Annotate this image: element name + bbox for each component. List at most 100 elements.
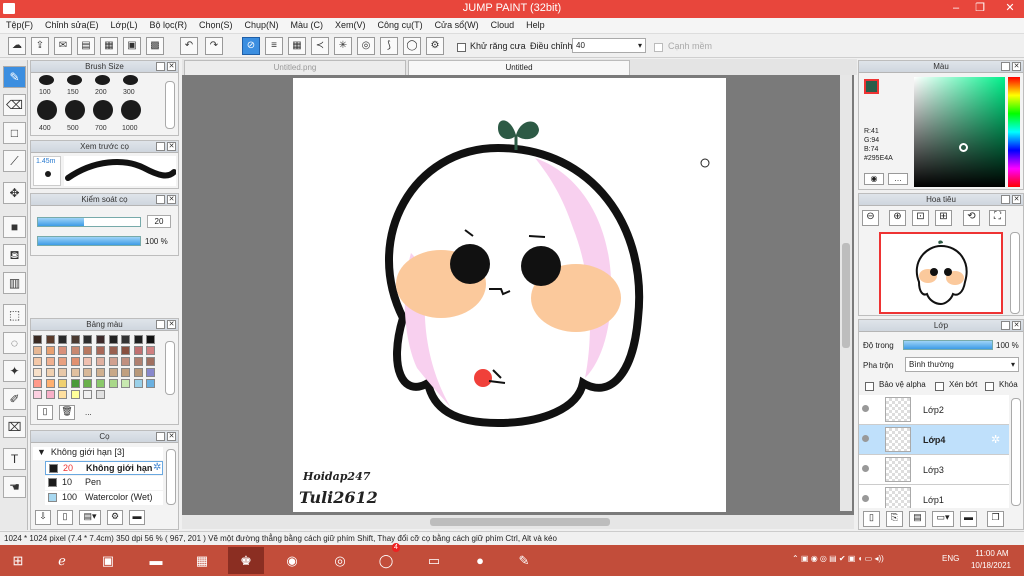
file-explorer-icon[interactable]: ▬	[138, 547, 174, 574]
palette-swatch[interactable]	[146, 357, 156, 366]
gear-icon[interactable]: ✲	[153, 462, 161, 473]
gear-icon[interactable]: ✲	[991, 433, 1000, 446]
palette-swatch[interactable]	[146, 335, 156, 344]
panel-close-icon[interactable]: ✕	[167, 62, 176, 71]
palette-swatch[interactable]	[70, 357, 80, 366]
undock-icon[interactable]	[156, 142, 165, 151]
panel-close-icon[interactable]: ✕	[1012, 62, 1021, 71]
eraser-icon[interactable]: ⌫	[3, 94, 26, 116]
brush-size-dot[interactable]	[93, 100, 113, 120]
brush-size-dot[interactable]	[121, 100, 141, 120]
color-menu-icon[interactable]: …	[888, 173, 908, 185]
palette-swatch[interactable]	[70, 368, 80, 377]
new-layer-icon[interactable]: ▯	[863, 511, 880, 527]
palette-swatch[interactable]	[58, 346, 68, 355]
palette-swatch[interactable]	[83, 335, 93, 344]
internet-explorer-icon[interactable]: ℯ	[44, 547, 80, 574]
rotate-icon[interactable]: ⟲	[963, 210, 980, 226]
store-icon[interactable]: ▣	[90, 547, 126, 574]
palette-swatch[interactable]	[146, 379, 156, 388]
new-brush-icon[interactable]: ▯	[57, 510, 73, 525]
fullscreen-icon[interactable]: ⛶	[989, 210, 1006, 226]
jump-paint-icon[interactable]: ♚	[228, 547, 264, 574]
menu-edit[interactable]: Chỉnh sửa(E)	[39, 18, 105, 30]
menu-window[interactable]: Cửa sổ(W)	[429, 18, 485, 30]
brush-size-dot[interactable]	[39, 75, 54, 85]
pages-icon[interactable]: ▣	[123, 37, 141, 55]
ellipse-ruler-icon[interactable]: ◯	[403, 37, 421, 55]
palette-swatch[interactable]	[33, 390, 42, 399]
palette-swatch[interactable]	[33, 346, 42, 355]
windows-start-icon[interactable]: ⊞	[0, 547, 36, 574]
duplicate-icon[interactable]: ❐	[987, 511, 1004, 527]
menu-layer[interactable]: Lớp(L)	[105, 18, 144, 30]
palette-swatch[interactable]	[133, 368, 143, 377]
select-rect-icon[interactable]: ⬚	[3, 304, 26, 326]
folder-icon[interactable]: ▬	[960, 511, 977, 527]
zoom-icon[interactable]: ●	[462, 547, 498, 574]
tab-untitled-png[interactable]: Untitled.png	[184, 60, 406, 75]
gradient-icon[interactable]: ▥	[3, 272, 26, 294]
palette-swatch[interactable]	[45, 335, 55, 344]
fill-shape-icon[interactable]: ■	[3, 216, 26, 238]
photos-icon[interactable]: ▦	[184, 547, 220, 574]
palette-swatch[interactable]	[96, 346, 105, 355]
eye-icon[interactable]	[862, 405, 869, 412]
chrome-icon[interactable]: ◉	[274, 547, 310, 574]
copy-layer-icon[interactable]: ⎘	[886, 511, 903, 527]
palette-swatch[interactable]	[83, 390, 93, 399]
palette-swatch[interactable]	[108, 379, 118, 388]
clock-time[interactable]: 11:00 AM	[970, 549, 1014, 558]
vertical-scroll-thumb[interactable]	[842, 243, 850, 348]
palette-swatch[interactable]	[83, 379, 93, 388]
brush-item-selected[interactable]: 20 Không giới hạn ✲	[45, 461, 163, 475]
parallel-ruler-icon[interactable]: ≡	[265, 37, 283, 55]
palette-swatch[interactable]	[70, 390, 80, 399]
trash-icon[interactable]: 🗑	[59, 405, 75, 420]
new-palette-icon[interactable]: ▯	[37, 405, 53, 420]
brush-menu-icon[interactable]: ▤▾	[79, 510, 101, 525]
close-button[interactable]: ✕	[996, 0, 1024, 18]
comment-icon[interactable]: ✉	[54, 37, 72, 55]
zoom-in-icon[interactable]: ⊕	[889, 210, 906, 226]
language-indicator[interactable]: ENG	[942, 554, 959, 563]
merge-layer-icon[interactable]: ▤	[909, 511, 926, 527]
tray-icons[interactable]: ⌃ ▣ ◉ ◎ ▤ ✔ ▣ ◖ ▭ ◂))	[792, 554, 884, 563]
horizontal-scroll-thumb[interactable]	[430, 518, 610, 526]
palette-swatch[interactable]	[58, 368, 68, 377]
menu-file[interactable]: Tệp(F)	[0, 18, 39, 30]
palette-swatch[interactable]	[33, 335, 42, 344]
palette-swatch[interactable]	[133, 379, 143, 388]
share-icon[interactable]: ⇪	[31, 37, 49, 55]
eyedropper-icon[interactable]: ◉	[864, 173, 884, 185]
tab-untitled[interactable]: Untitled	[408, 60, 630, 75]
palette-swatch[interactable]	[96, 379, 105, 388]
palette-swatch[interactable]	[33, 357, 42, 366]
menu-view[interactable]: Xem(V)	[329, 18, 372, 30]
palette-swatch[interactable]	[45, 379, 55, 388]
brush-size-dot[interactable]	[67, 75, 82, 85]
download-brush-icon[interactable]: ⇩	[35, 510, 51, 525]
menu-tools[interactable]: Công cụ(T)	[372, 18, 429, 30]
edge-checkbox[interactable]	[654, 43, 663, 53]
palette-swatch[interactable]	[58, 335, 68, 344]
panel-close-icon[interactable]: ✕	[167, 320, 176, 329]
brush-size-dot[interactable]	[37, 100, 57, 120]
brush-size-slider[interactable]	[37, 217, 141, 227]
curve-ruler-icon[interactable]: ⟆	[380, 37, 398, 55]
palette-swatch[interactable]	[108, 335, 118, 344]
panel-close-icon[interactable]: ✕	[1012, 321, 1021, 330]
brush-size-scrollbar[interactable]	[165, 81, 175, 129]
lock-checkbox[interactable]	[985, 382, 994, 392]
palette-swatch[interactable]	[33, 368, 42, 377]
picker-handle[interactable]	[959, 143, 968, 152]
menu-help[interactable]: Help	[520, 18, 551, 30]
palette-swatch[interactable]	[146, 346, 156, 355]
grid-pages-icon[interactable]: ▩	[146, 37, 164, 55]
palette-swatch[interactable]	[58, 379, 68, 388]
brush-opacity-slider[interactable]	[37, 236, 141, 246]
clock-date[interactable]: 10/18/2021	[966, 561, 1016, 570]
lasso-icon[interactable]: ◌	[3, 332, 26, 354]
blend-mode-select[interactable]: Bình thường ▾	[905, 357, 1019, 372]
panel-close-icon[interactable]: ✕	[1012, 195, 1021, 204]
